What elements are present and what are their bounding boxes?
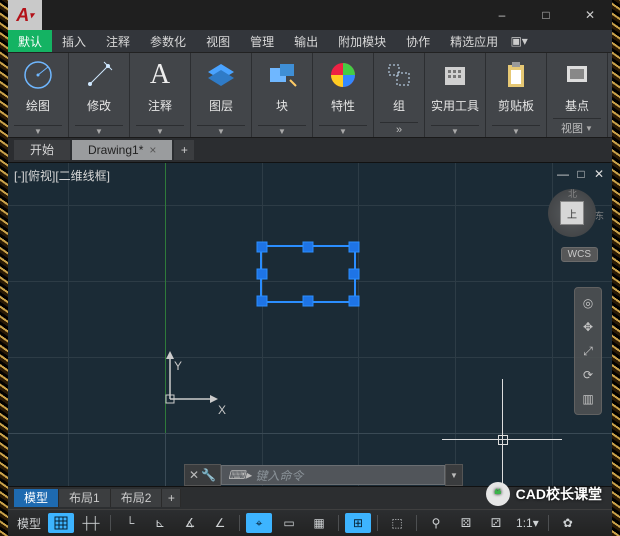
transparency-icon[interactable]: ▦: [306, 513, 332, 533]
wechat-icon: ❝: [486, 482, 510, 506]
panel-annotate[interactable]: A 注释 ▼: [130, 53, 191, 137]
cmdline-history[interactable]: ▼: [445, 464, 463, 486]
panel-modify[interactable]: 修改 ▼: [69, 53, 130, 137]
status-model[interactable]: 模型: [14, 513, 44, 533]
grid-toggle-icon[interactable]: [48, 513, 74, 533]
showmotion-icon[interactable]: ▥: [579, 390, 597, 408]
ortho-icon[interactable]: └: [117, 513, 143, 533]
workspace-icon[interactable]: ✿: [555, 513, 581, 533]
annoscale-icon[interactable]: ⚄: [453, 513, 479, 533]
tab-add[interactable]: +: [174, 140, 194, 160]
panel-base[interactable]: 基点 视图 ▼: [547, 53, 608, 137]
ribbon-tabs: 默认 插入 注释 参数化 视图 管理 输出 附加模块 协作 精选应用 ▣▾: [8, 30, 612, 53]
panel-clipboard[interactable]: 剪贴板 ▼: [486, 53, 547, 137]
panel-properties[interactable]: 特性 ▼: [313, 53, 374, 137]
close-icon[interactable]: ×: [149, 140, 156, 160]
scale-display[interactable]: 1:1▾: [513, 513, 542, 533]
viewport-maximize-icon[interactable]: □: [574, 167, 588, 181]
zoom-icon[interactable]: ⤢: [579, 342, 597, 360]
annoauto-icon[interactable]: ⚂: [483, 513, 509, 533]
viewport-label[interactable]: [-][俯视][二维线框]: [14, 167, 110, 184]
orbit-icon[interactable]: ⟳: [579, 366, 597, 384]
grid: [8, 163, 612, 509]
panel-utilities[interactable]: 实用工具 ▼: [425, 53, 486, 137]
tab-view[interactable]: 视图: [196, 30, 240, 52]
watermark: ❝ CAD校长课堂: [486, 482, 602, 506]
layout-add[interactable]: +: [162, 489, 181, 507]
polar-icon[interactable]: ⊾: [147, 513, 173, 533]
selected-rectangle[interactable]: [260, 245, 356, 303]
title-bar: A▾ – □ ✕: [8, 0, 612, 30]
isodraft-icon[interactable]: ∡: [177, 513, 203, 533]
maximize-button[interactable]: □: [524, 0, 568, 30]
layout-model[interactable]: 模型: [14, 489, 59, 507]
steering-wheel-icon[interactable]: ◎: [579, 294, 597, 312]
close-button[interactable]: ✕: [568, 0, 612, 30]
selcycle-icon[interactable]: ⬚: [384, 513, 410, 533]
ribbon: 绘图 ▼ 修改 ▼ A 注释 ▼ 图层 ▼ 块 ▼ 特性 ▼: [8, 53, 612, 138]
viewport-close-icon[interactable]: ✕: [592, 167, 606, 181]
cmdline-handle[interactable]: ✕🔧: [184, 464, 221, 486]
otrack-icon[interactable]: ∠: [207, 513, 233, 533]
panel-draw[interactable]: 绘图 ▼: [8, 53, 69, 137]
app-logo[interactable]: A▾: [8, 0, 42, 30]
tab-annotate[interactable]: 注释: [96, 30, 140, 52]
tab-collab[interactable]: 协作: [396, 30, 440, 52]
status-bar: 模型 ┼┼ └ ⊾ ∡ ∠ ⌖ ▭ ▦ ⊞ ⬚ ⚲ ⚄ ⚂ 1:1▾ ✿: [8, 509, 612, 536]
file-tabs: 开始 Drawing1*× +: [8, 138, 612, 163]
snap-toggle-icon[interactable]: ┼┼: [78, 513, 104, 533]
drawing-canvas[interactable]: [-][俯视][二维线框] — □ ✕ 上 北 东 WCS ◎ ✥ ⤢ ⟳ ▥: [8, 163, 612, 509]
tab-default[interactable]: 默认: [8, 30, 52, 52]
annomonitor-icon[interactable]: ⚲: [423, 513, 449, 533]
tab-output[interactable]: 输出: [284, 30, 328, 52]
tab-manage[interactable]: 管理: [240, 30, 284, 52]
tab-addins[interactable]: 附加模块: [328, 30, 396, 52]
dyninput-icon[interactable]: ⊞: [345, 513, 371, 533]
pan-icon[interactable]: ✥: [579, 318, 597, 336]
wcs-badge[interactable]: WCS: [561, 247, 598, 262]
tab-start[interactable]: 开始: [14, 140, 70, 160]
panel-group[interactable]: 组 »: [374, 53, 425, 137]
tab-drawing1[interactable]: Drawing1*×: [72, 140, 172, 160]
viewport-minimize-icon[interactable]: —: [556, 167, 570, 181]
command-input[interactable]: ⌨▸键入命令: [221, 465, 445, 485]
panel-layers[interactable]: 图层 ▼: [191, 53, 252, 137]
panel-block[interactable]: 块 ▼: [252, 53, 313, 137]
app-window: A▾ – □ ✕ 默认 插入 注释 参数化 视图 管理 输出 附加模块 协作 精…: [8, 0, 612, 536]
lineweight-icon[interactable]: ▭: [276, 513, 302, 533]
nav-bar[interactable]: ◎ ✥ ⤢ ⟳ ▥: [574, 287, 602, 415]
tab-featured[interactable]: 精选应用: [440, 30, 508, 52]
layout-1[interactable]: 布局1: [59, 489, 111, 507]
layout-2[interactable]: 布局2: [111, 489, 163, 507]
tab-overflow[interactable]: ▣▾: [508, 34, 530, 48]
command-line[interactable]: ✕🔧 ⌨▸键入命令 ▼: [184, 465, 463, 485]
viewcube[interactable]: 上 北 东: [548, 189, 596, 237]
tab-parametric[interactable]: 参数化: [140, 30, 196, 52]
osnap-icon[interactable]: ⌖: [246, 513, 272, 533]
minimize-button[interactable]: –: [480, 0, 524, 30]
tab-insert[interactable]: 插入: [52, 30, 96, 52]
